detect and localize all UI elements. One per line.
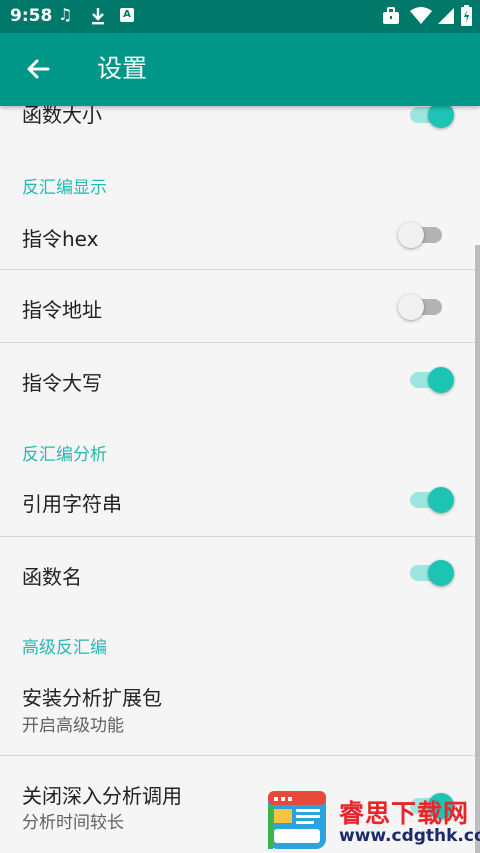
wifi-icon [410,7,432,24]
back-arrow-icon[interactable] [22,53,54,85]
section-header-analysis: 反汇编分析 [22,445,107,465]
download-icon [92,8,104,25]
setting-func-size[interactable]: 函数大小 [0,106,480,130]
watermark-name: 睿思下载网 [339,799,470,828]
setting-label: 引用字符串 [22,492,122,516]
music-note-icon: ♫ [58,5,73,24]
hex-switch[interactable] [398,219,446,249]
setting-label: 关闭深入分析调用 [22,784,182,808]
setting-func-name[interactable]: 函数名 [0,537,480,609]
section-header-display: 反汇编显示 [22,178,107,198]
battery-charging-icon [461,5,472,26]
upper-switch[interactable] [408,364,456,394]
app-toolbar: 设置 [0,33,480,106]
watermark-logo-icon [268,791,326,849]
setting-summary: 分析时间较长 [22,813,124,833]
func-size-switch[interactable] [408,106,456,129]
section-header-advanced: 高级反汇编 [22,638,107,658]
watermark-logo: 睿思下载网 www.cdgthk.com [264,786,480,853]
setting-install-pack[interactable]: 安装分析扩展包 开启高级功能 [0,662,480,754]
app-notification-icon: A [120,8,134,22]
func-name-switch[interactable] [408,557,456,587]
setting-ref-strings[interactable]: 引用字符串 [0,464,480,536]
setting-hex[interactable]: 指令hex [0,199,480,269]
address-switch[interactable] [398,291,446,321]
setting-label: 指令hex [22,227,99,251]
setting-label: 函数名 [22,565,82,589]
setting-label: 安装分析扩展包 [22,686,162,710]
setting-summary: 开启高级功能 [22,716,124,736]
setting-address[interactable]: 指令地址 [0,270,480,342]
cell-signal-icon [438,8,454,24]
scrollbar[interactable] [475,245,480,853]
page-title: 设置 [97,54,148,83]
setting-label: 函数大小 [22,106,102,127]
briefcase-icon [383,7,399,24]
setting-label: 指令大写 [22,371,102,395]
setting-label: 指令地址 [22,298,102,322]
setting-upper[interactable]: 指令大写 [0,343,480,415]
status-bar: 9:58 ♫ A [0,0,480,33]
settings-list: 函数大小 反汇编显示 指令hex 指令地址 指令大写 反汇编分析 引用字符串 函… [0,106,480,853]
status-time: 9:58 [10,6,53,26]
ref-strings-switch[interactable] [408,484,456,514]
watermark-url: www.cdgthk.com [339,826,480,846]
